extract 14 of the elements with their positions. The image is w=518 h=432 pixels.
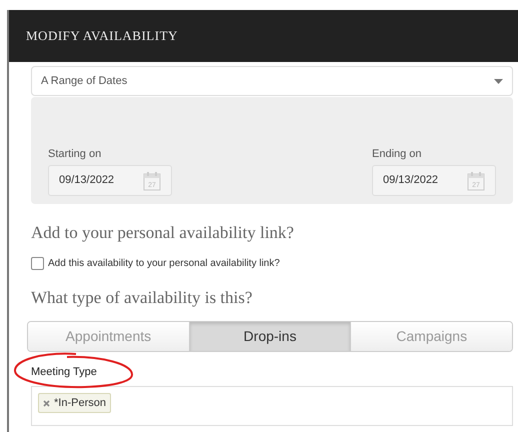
field-label: Meeting Type xyxy=(31,365,97,380)
field-label: Starting on xyxy=(48,146,102,162)
dialog-title: MODIFY AVAILABILITY xyxy=(26,27,178,46)
tag-chip[interactable]: *In-Person xyxy=(38,393,111,413)
field-label: Ending on xyxy=(372,146,423,162)
section-heading: Add to your personal availability link? xyxy=(31,222,295,244)
meeting-type-field[interactable]: *In-Person xyxy=(31,386,513,426)
checkbox[interactable] xyxy=(31,256,44,270)
caret-icon xyxy=(494,78,503,84)
section-heading: What type of availability is this? xyxy=(31,286,254,309)
remove-icon[interactable] xyxy=(43,400,50,406)
tab[interactable]: Drop-ins xyxy=(190,322,352,351)
checkbox-label: Add this availability to your personal availability link? xyxy=(48,256,280,270)
date-mode-select[interactable]: A Range of Dates xyxy=(31,66,513,96)
